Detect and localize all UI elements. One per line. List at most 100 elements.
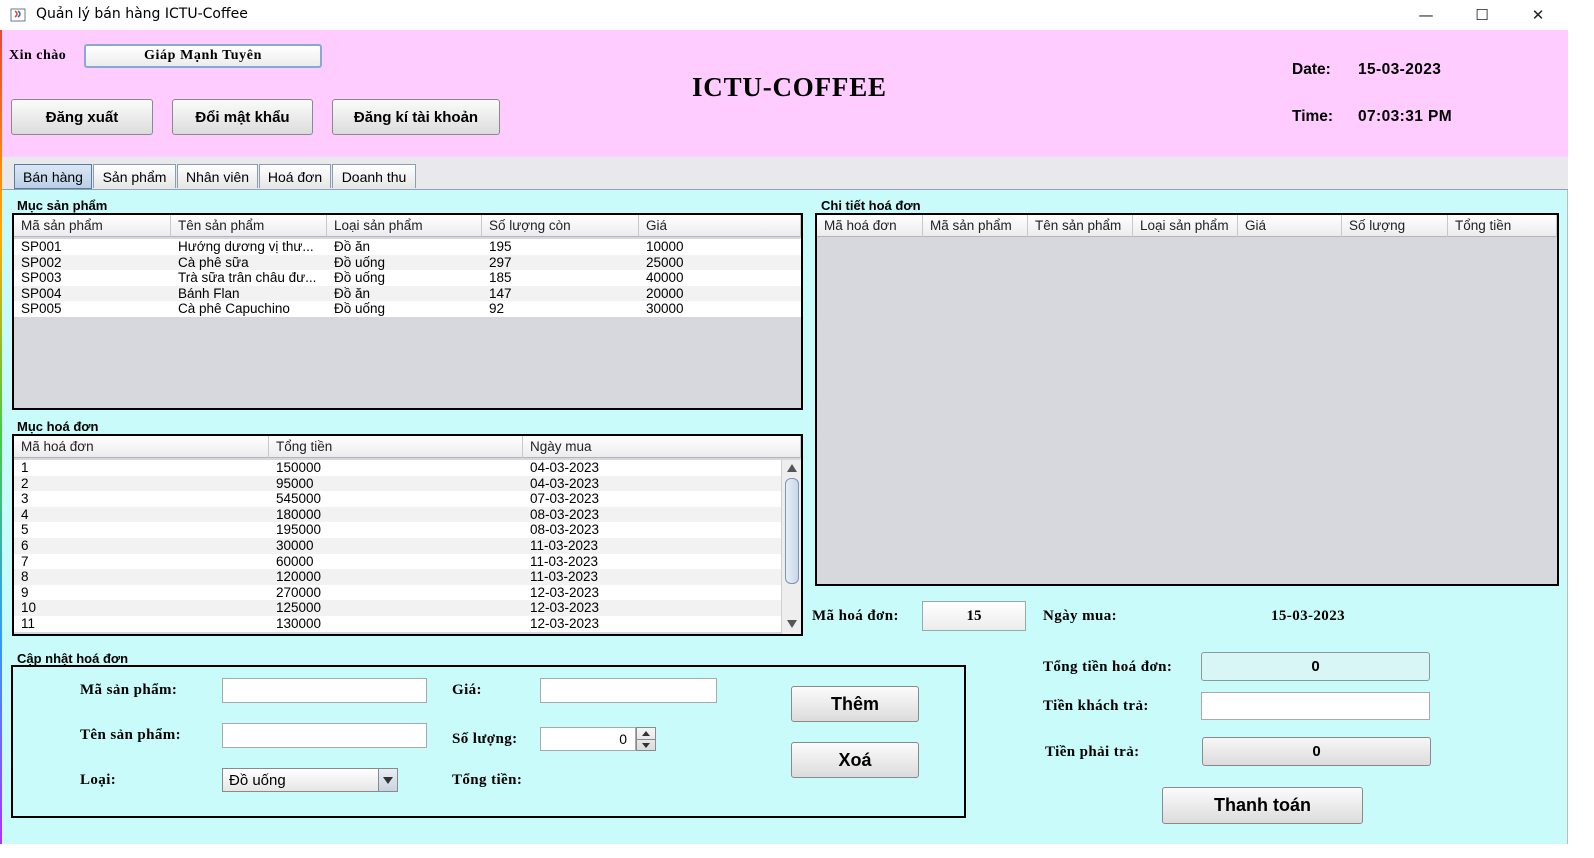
col-invoice-total[interactable]: Tổng tiền	[269, 436, 523, 458]
col-product-type[interactable]: Loại sản phẩm	[327, 215, 482, 237]
invoice-total-box: 0	[1201, 652, 1430, 681]
col-detail-invoice-id[interactable]: Mã hoá đơn	[817, 215, 923, 237]
cell: 20000	[646, 285, 684, 301]
cell: Đồ uống	[334, 301, 386, 317]
col-detail-quantity[interactable]: Số lượng	[1342, 215, 1448, 237]
table-row[interactable]: 7 60000 11-03-2023	[14, 553, 781, 570]
col-invoice-id[interactable]: Mã hoá đơn	[14, 436, 269, 458]
delete-button[interactable]: Xoá	[791, 742, 919, 778]
table-row[interactable]: SP004 Bánh Flan Đồ ăn 147 20000	[14, 285, 801, 302]
cell: 8	[21, 569, 29, 585]
amount-due-box: 0	[1202, 737, 1431, 766]
scroll-down-arrow-icon[interactable]	[787, 620, 797, 628]
tab-hoa-don[interactable]: Hoá đơn	[259, 164, 331, 188]
invoice-detail-table[interactable]: Mã hoá đơn Mã sản phẩm Tên sản phẩm Loại…	[815, 213, 1559, 586]
user-name-box: Giáp Mạnh Tuyên	[84, 44, 322, 68]
table-row[interactable]: SP002 Cà phê sữa Đồ uống 297 25000	[14, 254, 801, 271]
table-row[interactable]: SP003 Trà sữa trân châu đư... Đồ uống 18…	[14, 270, 801, 286]
invoices-scrollbar[interactable]	[781, 460, 801, 634]
product-name-input[interactable]	[222, 723, 427, 748]
minimize-icon[interactable]: —	[1402, 0, 1450, 30]
cell: 40000	[646, 270, 684, 286]
invoice-total-value: 0	[1311, 658, 1320, 675]
type-select[interactable]: Đồ uống	[222, 768, 398, 792]
col-stock[interactable]: Số lượng còn	[482, 215, 639, 237]
scrollbar-thumb[interactable]	[785, 478, 799, 584]
col-product-name[interactable]: Tên sản phẩm	[171, 215, 327, 237]
col-detail-product-name[interactable]: Tên sản phẩm	[1028, 215, 1133, 237]
tab-ban-hang[interactable]: Bán hàng	[14, 164, 92, 189]
table-row[interactable]: 2 95000 04-03-2023	[14, 475, 781, 492]
total-label: Tổng tiền:	[452, 772, 523, 788]
cell: 6	[21, 537, 29, 553]
scroll-up-arrow-icon[interactable]	[787, 464, 797, 472]
col-purchase-date[interactable]: Ngày mua	[523, 436, 801, 458]
table-row[interactable]: 5 195000 08-03-2023	[14, 522, 781, 538]
add-button[interactable]: Thêm	[791, 686, 919, 722]
cell: 130000	[276, 615, 322, 631]
cell: 270000	[276, 584, 322, 600]
table-row[interactable]: SP001 Hướng dương vị thư... Đồ ăn 195 10…	[14, 239, 801, 255]
table-row[interactable]: 10 125000 12-03-2023	[14, 600, 781, 616]
table-row[interactable]: 6 30000 11-03-2023	[14, 537, 781, 554]
cell: 07-03-2023	[530, 491, 600, 507]
invoices-table[interactable]: Mã hoá đơn Tổng tiền Ngày mua 1 150000 04-…	[12, 434, 803, 636]
cell: 08-03-2023	[530, 506, 600, 522]
tab-san-pham[interactable]: Sản phẩm	[93, 164, 176, 188]
cell: Cà phê Capuchino	[178, 301, 290, 317]
cell: SP004	[21, 285, 62, 301]
cell: 04-03-2023	[530, 475, 600, 491]
dropdown-triangle	[383, 777, 393, 784]
amount-due-label: Tiền phải trả:	[1045, 744, 1140, 760]
col-detail-product-type[interactable]: Loại sản phẩm	[1133, 215, 1238, 237]
window-title: Quản lý bán hàng ICTU-Coffee	[36, 6, 248, 22]
cell: 25000	[646, 254, 684, 270]
products-table[interactable]: Mã sản phẩm Tên sản phẩm Loại sản phẩm S…	[12, 213, 803, 410]
quantity-stepper[interactable]: 0	[540, 727, 636, 751]
quantity-spinner[interactable]	[636, 727, 656, 751]
col-product-code[interactable]: Mã sản phẩm	[14, 215, 171, 237]
table-row[interactable]: 8 120000 11-03-2023	[14, 569, 781, 585]
customer-paid-input[interactable]	[1201, 692, 1430, 720]
col-detail-price[interactable]: Giá	[1238, 215, 1342, 237]
col-price[interactable]: Giá	[639, 215, 801, 237]
table-row[interactable]: 1 150000 04-03-2023	[14, 460, 781, 476]
col-detail-product-code[interactable]: Mã sản phẩm	[923, 215, 1028, 237]
register-account-button[interactable]: Đăng kí tài khoản	[332, 99, 500, 135]
pay-button[interactable]: Thanh toán	[1162, 787, 1363, 824]
greeting-label: Xin chào	[9, 48, 67, 63]
change-password-button[interactable]: Đổi mật khẩu	[172, 99, 313, 135]
chevron-down-icon[interactable]	[378, 769, 397, 791]
spinner-down-icon[interactable]	[642, 743, 650, 748]
cell: 195	[489, 239, 512, 254]
cell: 30000	[276, 537, 314, 553]
price-input[interactable]	[540, 678, 717, 703]
cell: 195000	[276, 522, 322, 538]
cell: 4	[21, 506, 29, 522]
app-name: ICTU-COFFEE	[692, 72, 887, 102]
close-icon[interactable]: ✕	[1514, 0, 1562, 30]
cell: 2	[21, 475, 29, 491]
maximize-icon[interactable]: ☐	[1458, 0, 1506, 30]
tab-doanh-thu[interactable]: Doanh thu	[332, 164, 416, 188]
table-row[interactable]: 9 270000 12-03-2023	[14, 584, 781, 601]
tab-nhan-vien[interactable]: Nhân viên	[177, 164, 258, 188]
product-code-input[interactable]	[222, 678, 427, 703]
cell: Đồ uống	[334, 254, 386, 270]
cell: 11-03-2023	[530, 569, 599, 585]
table-row[interactable]: 11 130000 12-03-2023	[14, 615, 781, 632]
table-row[interactable]: 4 180000 08-03-2023	[14, 506, 781, 523]
table-row[interactable]: 3 545000 07-03-2023	[14, 491, 781, 507]
cell: 92	[489, 301, 505, 317]
col-detail-total[interactable]: Tổng tiền	[1448, 215, 1557, 237]
cell: 95000	[276, 475, 314, 491]
logout-button[interactable]: Đăng xuất	[11, 99, 153, 135]
cell: SP002	[21, 254, 62, 270]
products-table-body: SP001 Hướng dương vị thư... Đồ ăn 195 10…	[14, 239, 801, 317]
left-edge-strip	[0, 30, 2, 844]
customer-paid-label: Tiền khách trả:	[1043, 698, 1149, 714]
table-row[interactable]: SP005 Cà phê Capuchino Đồ uống 92 30000	[14, 301, 801, 317]
spinner-up-icon[interactable]	[642, 731, 650, 736]
cell: 5	[21, 522, 29, 538]
cell: 1	[21, 460, 29, 475]
